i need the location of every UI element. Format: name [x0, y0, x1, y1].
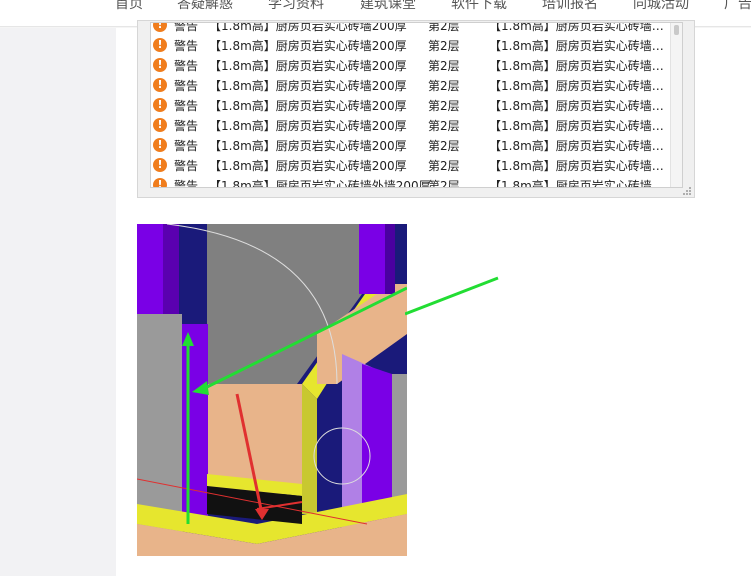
warning-detail: 【1.8m高】厨房页岩实心砖墙2...	[489, 22, 669, 33]
nav-local-events[interactable]: 同城活动	[633, 0, 689, 13]
warning-detail: 【1.8m高】厨房页岩实心砖墙2...	[489, 99, 669, 113]
green-arrow-extension	[405, 276, 499, 316]
warning-level: 警告	[174, 39, 199, 53]
exclamation-circle-icon: !	[153, 78, 167, 92]
purple-column-top-side	[385, 224, 395, 294]
warning-floor: 第2层	[428, 99, 460, 113]
exclamation-circle-icon: !	[153, 38, 167, 52]
warning-element: 【1.8m高】厨房页岩实心砖墙200厚	[209, 39, 407, 53]
left-sidebar	[0, 28, 116, 576]
list-item[interactable]: ! 警告 【1.8m高】厨房页岩实心砖墙200厚 第2层 【1.8m高】厨房页岩…	[151, 35, 671, 55]
warning-floor: 第2层	[428, 59, 460, 73]
nav-qa[interactable]: 答疑解惑	[177, 0, 233, 13]
warning-floor: 第2层	[428, 79, 460, 93]
purple-column	[182, 324, 208, 524]
3d-model-figure	[137, 224, 407, 556]
nav-study-materials[interactable]: 学习资料	[268, 0, 324, 13]
warning-detail: 【1.8m高】厨房页岩实心砖墙	[489, 179, 652, 188]
gray-wall-left	[137, 314, 182, 534]
vertical-scrollbar[interactable]	[670, 23, 682, 187]
warning-detail: 【1.8m高】厨房页岩实心砖墙2...	[489, 79, 669, 93]
exclamation-circle-icon: !	[153, 58, 167, 72]
warning-level: 警告	[174, 59, 199, 73]
list-item[interactable]: ! 警告 【1.8m高】厨房页岩实心砖墙200厚 第2层 【1.8m高】厨房页岩…	[151, 75, 671, 95]
warning-detail: 【1.8m高】厨房页岩实心砖墙2...	[489, 59, 669, 73]
warning-detail: 【1.8m高】厨房页岩实心砖墙2...	[489, 159, 669, 173]
list-item[interactable]: ! 警告 【1.8m高】厨房页岩实心砖墙200厚 第2层 【1.8m高】厨房页岩…	[151, 115, 671, 135]
warning-element: 【1.8m高】厨房页岩实心砖墙200厚	[209, 79, 407, 93]
warning-level: 警告	[174, 139, 199, 153]
exclamation-circle-icon: !	[153, 98, 167, 112]
warning-floor: 第2层	[428, 139, 460, 153]
warning-floor: 第2层	[428, 39, 460, 53]
warning-level: 警告	[174, 179, 199, 188]
list-item[interactable]: ! 警告 【1.8m高】厨房页岩实心砖墙200厚 第2层 【1.8m高】厨房页岩…	[151, 55, 671, 75]
exclamation-circle-icon: !	[153, 158, 167, 172]
list-item[interactable]: ! 警告 【1.8m高】厨房页岩实心砖墙200厚 第2层 【1.8m高】厨房页岩…	[151, 135, 671, 155]
warning-floor: 第2层	[428, 119, 460, 133]
nav-ads[interactable]: 广告	[724, 0, 751, 13]
purple-column-top	[359, 224, 385, 294]
exclamation-circle-icon: !	[153, 23, 167, 32]
nav-training-signup[interactable]: 培训报名	[542, 0, 598, 13]
warning-element: 【1.8m高】厨房页岩实心砖墙200厚	[209, 99, 407, 113]
nav-building-class[interactable]: 建筑课堂	[360, 0, 416, 13]
warning-level: 警告	[174, 159, 199, 173]
warning-floor: 第2层	[428, 179, 460, 188]
resize-grip-icon[interactable]	[682, 186, 692, 196]
warning-element: 【1.8m高】厨房页岩实心砖墙200厚	[209, 159, 407, 173]
exclamation-circle-icon: !	[153, 178, 167, 187]
warning-detail: 【1.8m高】厨房页岩实心砖墙2...	[489, 119, 669, 133]
list-item[interactable]: ! 警告 【1.8m高】厨房页岩实心砖墙200厚 第2层 【1.8m高】厨房页岩…	[151, 95, 671, 115]
nav-software-download[interactable]: 软件下载	[451, 0, 507, 13]
warning-list[interactable]: ! 警告 【1.8m高】厨房页岩实心砖墙200厚 第2层 【1.8m高】厨房页岩…	[150, 22, 683, 188]
list-item[interactable]: ! 警告 【1.8m高】厨房页岩实心砖墙200厚 第2层 【1.8m高】厨房页岩…	[151, 22, 671, 35]
warning-floor: 第2层	[428, 159, 460, 173]
warning-element: 【1.8m高】厨房页岩实心砖墙外墙200厚	[209, 179, 431, 188]
list-item[interactable]: ! 警告 【1.8m高】厨房页岩实心砖墙200厚 第2层 【1.8m高】厨房页岩…	[151, 155, 671, 175]
warning-detail: 【1.8m高】厨房页岩实心砖墙2...	[489, 139, 669, 153]
warning-element: 【1.8m高】厨房页岩实心砖墙200厚	[209, 119, 407, 133]
exclamation-circle-icon: !	[153, 138, 167, 152]
warning-element: 【1.8m高】厨房页岩实心砖墙200厚	[209, 22, 407, 33]
warning-level: 警告	[174, 119, 199, 133]
warning-element: 【1.8m高】厨房页岩实心砖墙200厚	[209, 59, 407, 73]
warning-level: 警告	[174, 99, 199, 113]
warning-detail: 【1.8m高】厨房页岩实心砖墙2...	[489, 39, 669, 53]
warning-element: 【1.8m高】厨房页岩实心砖墙200厚	[209, 139, 407, 153]
warning-floor: 第2层	[428, 22, 460, 33]
warning-level: 警告	[174, 79, 199, 93]
list-item[interactable]: ! 警告 【1.8m高】厨房页岩实心砖墙外墙200厚 第2层 【1.8m高】厨房…	[151, 175, 671, 188]
exclamation-circle-icon: !	[153, 118, 167, 132]
warning-level: 警告	[174, 22, 199, 33]
scrollbar-thumb[interactable]	[674, 25, 679, 35]
nav-home[interactable]: 首页	[115, 0, 143, 13]
